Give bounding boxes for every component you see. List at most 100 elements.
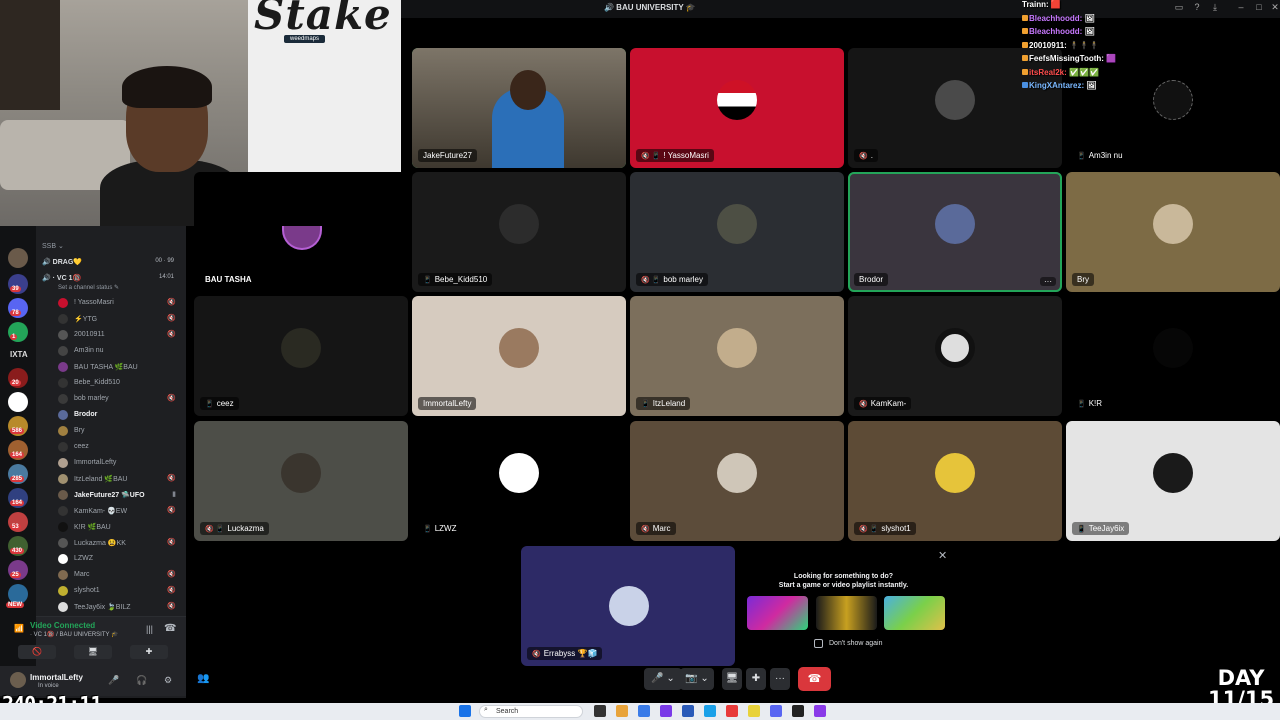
server-icon[interactable] <box>8 392 28 412</box>
voice-member[interactable]: ImmortalLefty <box>58 456 178 470</box>
voice-member[interactable]: K!R 🌿BAU <box>58 520 178 534</box>
video-tile[interactable]: BAU TASHA <box>194 172 408 292</box>
video-tile[interactable]: 📱 ItzLeland <box>630 296 844 416</box>
video-tile[interactable]: 🔇 📱! YassoMasri <box>630 48 844 168</box>
camera-toggle[interactable]: 📷 ⌄ <box>680 668 714 690</box>
video-off-button[interactable]: 🚫 <box>18 645 56 659</box>
activity-card[interactable] <box>884 596 945 630</box>
voice-member[interactable]: Brodor <box>58 408 178 422</box>
app-icon[interactable] <box>660 705 672 717</box>
file-explorer-icon[interactable] <box>616 705 628 717</box>
activity-card[interactable] <box>816 596 877 630</box>
voice-member[interactable]: Bry <box>58 424 178 438</box>
disconnect-icon[interactable]: ☎ <box>164 623 176 634</box>
voice-member[interactable]: LZWZ <box>58 552 178 566</box>
app-icon[interactable] <box>704 705 716 717</box>
video-tile[interactable]: 🔇 📱 Luckazma <box>194 421 408 541</box>
noise-suppression-icon[interactable]: ||| <box>146 624 153 634</box>
voice-member[interactable]: 20010911 🔇 <box>58 328 178 342</box>
taskbar-search[interactable]: Search <box>479 705 583 718</box>
disconnect-button[interactable]: ☎ <box>798 667 831 691</box>
help-icon[interactable]: ? <box>1190 2 1204 12</box>
screen-share-button[interactable]: 🖥 <box>74 645 112 659</box>
voice-channel-drag[interactable]: 🔊 DRAG💛 00 · 99 <box>42 258 180 266</box>
video-tile[interactable]: ImmortalLefty <box>412 296 626 416</box>
video-tile[interactable]: Brodor ··· <box>848 172 1062 292</box>
voice-status[interactable]: Video Connected <box>30 621 95 630</box>
minimize-icon[interactable]: – <box>1234 2 1248 12</box>
video-tile[interactable]: 📱 Bebe_Kidd510 <box>412 172 626 292</box>
voice-member[interactable]: BAU TASHA 🌿BAU <box>58 360 178 374</box>
participant-label: 📱 ceez <box>200 397 239 410</box>
server-tag[interactable]: IXTA <box>10 350 28 359</box>
voice-member[interactable]: Bebe_Kidd510 <box>58 376 178 390</box>
avatar[interactable] <box>10 672 26 688</box>
avatar <box>499 453 539 493</box>
video-tile[interactable]: 📱 LZWZ <box>412 421 626 541</box>
voice-member[interactable]: ceez <box>58 440 178 454</box>
close-icon[interactable]: ✕ <box>938 549 947 562</box>
app-icon[interactable] <box>814 705 826 717</box>
voice-member[interactable]: ItzLeland 🌿BAU 🔇 <box>58 472 178 486</box>
activity-card[interactable] <box>747 596 808 630</box>
browser-icon[interactable] <box>638 705 650 717</box>
signal-icon[interactable]: 📶 <box>14 624 24 633</box>
self-video-tile[interactable]: 🔇 Errabyss 🏆🧊 <box>521 546 735 666</box>
obs-icon[interactable] <box>792 705 804 717</box>
voice-member[interactable]: Am3in nu <box>58 344 178 358</box>
member-name: Brodor <box>74 411 98 418</box>
channel-status[interactable]: Set a channel status ✎ <box>58 284 119 291</box>
microphone-icon[interactable]: 🎤 <box>108 675 119 686</box>
voice-member[interactable]: ! YassoMasri 🔇 <box>58 296 178 310</box>
member-name: JakeFuture27 🛸UFO <box>74 492 145 499</box>
activities-button[interactable]: ✚ <box>130 645 168 659</box>
voice-channel-vc1[interactable]: 🔊 · VC 1🔞 14:01 <box>42 274 180 282</box>
people-icon[interactable]: 👥 <box>197 673 209 684</box>
voice-member[interactable]: slyshot1 🔇 <box>58 584 178 598</box>
video-tile[interactable]: 🔇 📱 slyshot1 <box>848 421 1062 541</box>
voice-member[interactable]: TeeJay6ix 🍃BILZ 🔇 <box>58 600 178 614</box>
inbox-icon[interactable]: ▭ <box>1172 2 1186 13</box>
dont-show-checkbox[interactable] <box>814 639 823 648</box>
video-tile[interactable]: Bry <box>1066 172 1280 292</box>
webcam-person <box>122 66 212 108</box>
task-view-icon[interactable] <box>594 705 606 717</box>
more-options-button[interactable]: ··· <box>770 668 790 690</box>
maximize-icon[interactable]: □ <box>1252 2 1266 12</box>
windows-start-icon[interactable] <box>459 705 471 717</box>
settings-icon[interactable]: ⚙ <box>164 675 172 686</box>
participant-label: 🔇 📱 slyshot1 <box>854 522 916 535</box>
video-tile[interactable]: 🔇 Marc <box>630 421 844 541</box>
discord-icon[interactable] <box>770 705 782 717</box>
server-icon[interactable] <box>8 584 28 604</box>
close-icon[interactable]: ✕ <box>1268 2 1280 13</box>
voice-member[interactable]: Luckazma 😫KK 🔇 <box>58 536 178 550</box>
video-tile[interactable]: JakeFuture27 <box>412 48 626 168</box>
chat-message: Bleachhoodd: 🖼 <box>1022 14 1132 28</box>
member-name: ! YassoMasri <box>74 299 114 306</box>
server-icon[interactable] <box>8 248 28 268</box>
activities-button[interactable]: ✚ <box>746 668 766 690</box>
app-icon[interactable] <box>726 705 738 717</box>
download-icon[interactable]: ⤓ <box>1208 2 1222 13</box>
more-options-button[interactable]: ··· <box>1040 277 1056 286</box>
voice-member[interactable]: ⚡YTG 🔇 <box>58 312 178 326</box>
voice-member[interactable]: Marc 🔇 <box>58 568 178 582</box>
video-tile[interactable]: 📱 TeeJay6ix <box>1066 421 1280 541</box>
video-tile[interactable]: 🔇 📱 bob marley <box>630 172 844 292</box>
voice-member[interactable]: bob marley 🔇 <box>58 392 178 406</box>
video-tile[interactable]: 🔇 KamKam- <box>848 296 1062 416</box>
video-tile[interactable]: 📱 K!R <box>1066 296 1280 416</box>
headphones-icon[interactable]: 🎧 <box>136 675 147 686</box>
share-screen-button[interactable]: 🖥 <box>722 668 742 690</box>
voice-member[interactable]: JakeFuture27 🛸UFO ▮ <box>58 488 178 502</box>
chrome-icon[interactable] <box>748 705 760 717</box>
voice-location[interactable]: · VC 1🔞 / BAU UNIVERSITY 🎓 <box>30 631 119 638</box>
video-tile[interactable]: 📱 ceez <box>194 296 408 416</box>
unread-badge: 164 <box>10 500 25 506</box>
microphone-toggle[interactable]: 🎤 ⌄ <box>644 668 682 690</box>
voice-member[interactable]: KamKam- 💀EW 🔇 <box>58 504 178 518</box>
app-icon[interactable] <box>682 705 694 717</box>
category-header[interactable]: SSB ⌄ <box>42 242 64 250</box>
user-name[interactable]: ImmortalLefty <box>30 673 83 682</box>
